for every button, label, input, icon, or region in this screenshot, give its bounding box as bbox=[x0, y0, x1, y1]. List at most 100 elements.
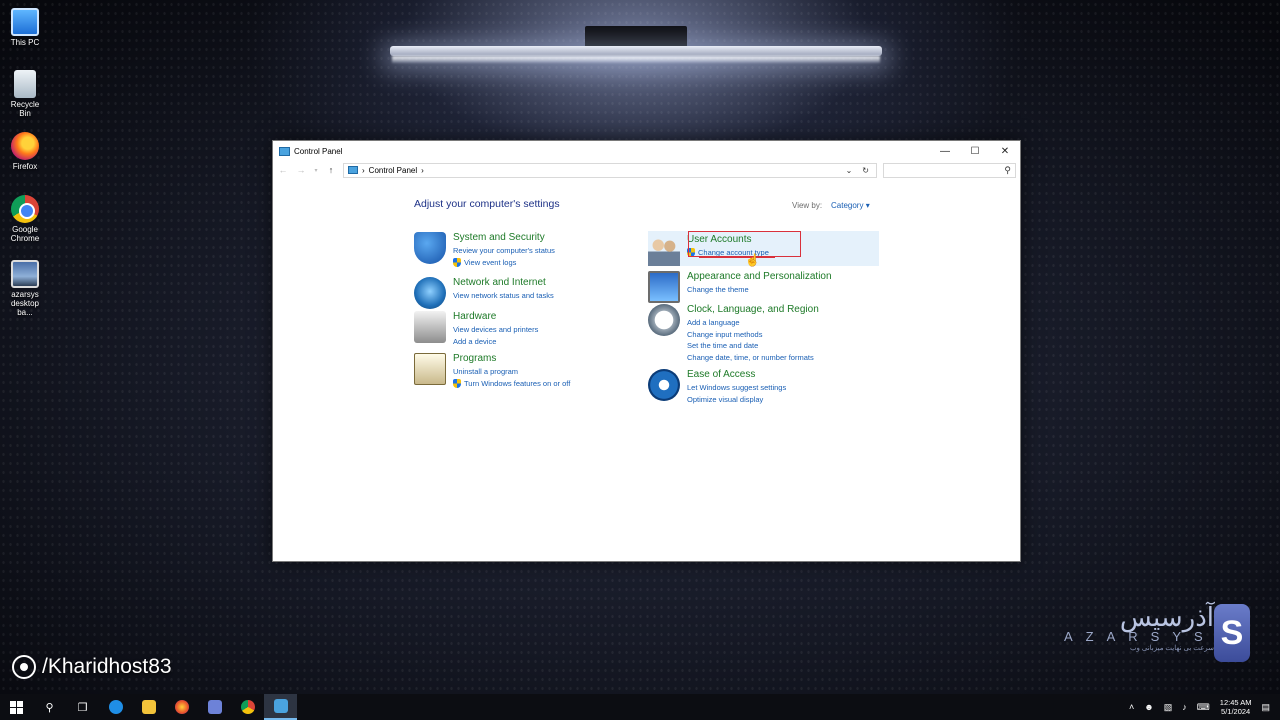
taskbar-clock[interactable]: 12:45 AM 5/1/2024 bbox=[1220, 698, 1252, 716]
tray-overflow-icon[interactable]: ˄ bbox=[1129, 702, 1134, 712]
desktop-icon-recycle-bin[interactable]: Recycle Bin bbox=[4, 70, 46, 118]
category-hardware: Hardware View devices and printers Add a… bbox=[414, 311, 538, 347]
link-add-language[interactable]: Add a language bbox=[687, 317, 819, 329]
network-icon[interactable]: ▧ bbox=[1164, 702, 1173, 713]
search-icon: ⚲ bbox=[1004, 164, 1011, 175]
refresh-icon[interactable]: ↻ bbox=[859, 166, 872, 175]
link-suggest-settings[interactable]: Let Windows suggest settings bbox=[687, 382, 786, 394]
title-bar[interactable]: Control Panel — ☐ ✕ bbox=[273, 141, 1020, 161]
category-programs: Programs Uninstall a program Turn Window… bbox=[414, 353, 570, 389]
clock-time: 12:45 AM bbox=[1219, 698, 1252, 707]
link-windows-features[interactable]: Turn Windows features on or off bbox=[453, 378, 570, 390]
control-panel-icon bbox=[348, 166, 358, 174]
category-title[interactable]: Programs bbox=[453, 353, 570, 365]
start-button[interactable] bbox=[0, 694, 33, 720]
desktop-icon-label: This PC bbox=[10, 38, 40, 47]
firefox-icon bbox=[11, 132, 39, 160]
task-view-button[interactable]: ❐ bbox=[66, 694, 99, 720]
address-dropdown-icon[interactable]: ⌄ bbox=[843, 166, 856, 175]
system-tray: ˄ ☻ ▧ ♪ ⌨ 12:45 AM 5/1/2024 ▤ bbox=[1129, 694, 1280, 720]
logo-tagline: سرعت بی نهایت میزبانی وب bbox=[1129, 645, 1214, 652]
logo-english: AZARSYS bbox=[1064, 629, 1216, 644]
printer-icon bbox=[414, 311, 446, 343]
taskbar-firefox[interactable] bbox=[165, 694, 198, 720]
lamp-mount bbox=[585, 26, 687, 48]
forward-arrow-icon[interactable]: → bbox=[295, 165, 307, 175]
taskbar-edge[interactable] bbox=[99, 694, 132, 720]
chevron-down-icon: ▾ bbox=[865, 201, 870, 210]
link-change-theme[interactable]: Change the theme bbox=[687, 284, 832, 296]
hand-cursor-icon: ☝ bbox=[745, 253, 760, 267]
link-label: Turn Windows features on or off bbox=[464, 378, 571, 388]
link-optimize-display[interactable]: Optimize visual display bbox=[687, 394, 786, 406]
ease-of-access-icon bbox=[648, 369, 680, 401]
maximize-button[interactable]: ☐ bbox=[960, 141, 990, 161]
link-uninstall[interactable]: Uninstall a program bbox=[453, 366, 570, 378]
chrome-icon bbox=[240, 700, 255, 714]
category-title[interactable]: Appearance and Personalization bbox=[687, 271, 832, 283]
link-review-status[interactable]: Review your computer's status bbox=[453, 245, 555, 257]
taskbar-chrome[interactable] bbox=[231, 694, 264, 720]
search-button[interactable]: ⚲ bbox=[33, 694, 66, 720]
social-handle: /Kharidhost83 bbox=[42, 655, 172, 678]
link-network-status[interactable]: View network status and tasks bbox=[453, 290, 554, 302]
recent-dropdown-icon[interactable]: ▾ bbox=[313, 167, 319, 174]
annotation-strike bbox=[699, 256, 775, 258]
desktop-icon-azarsys-backup[interactable]: azarsys desktop ba... bbox=[4, 260, 46, 317]
taskbar-control-panel[interactable] bbox=[264, 694, 297, 720]
view-by-value: Category bbox=[831, 201, 864, 210]
people-icon[interactable]: ☻ bbox=[1144, 702, 1153, 712]
uac-shield-icon bbox=[453, 257, 461, 267]
address-bar[interactable]: › Control Panel › ⌄ ↻ bbox=[343, 162, 877, 178]
keyboard-icon[interactable]: ⌨ bbox=[1197, 702, 1210, 713]
breadcrumb-control-panel[interactable]: Control Panel bbox=[369, 166, 417, 175]
users-icon bbox=[648, 234, 680, 266]
uac-shield-icon bbox=[453, 378, 461, 388]
search-icon: ⚲ bbox=[45, 701, 54, 714]
desktop-icon-firefox[interactable]: Firefox bbox=[4, 132, 46, 171]
film-reel-icon bbox=[12, 655, 36, 679]
desktop-icon-chrome[interactable]: Google Chrome bbox=[4, 195, 46, 243]
monitor-palette-icon bbox=[648, 271, 680, 303]
taskbar-file-explorer[interactable] bbox=[132, 694, 165, 720]
category-title[interactable]: Hardware bbox=[453, 311, 538, 323]
close-button[interactable]: ✕ bbox=[990, 141, 1020, 161]
chrome-icon bbox=[11, 195, 39, 223]
back-arrow-icon[interactable]: ← bbox=[277, 165, 289, 175]
task-view-icon: ❐ bbox=[77, 701, 88, 714]
link-devices-printers[interactable]: View devices and printers bbox=[453, 324, 538, 336]
recycle-bin-icon bbox=[14, 70, 36, 98]
category-appearance: Appearance and Personalization Change th… bbox=[648, 271, 832, 303]
minimize-button[interactable]: — bbox=[930, 141, 960, 161]
breadcrumb-separator: › bbox=[362, 165, 365, 175]
network-app-icon bbox=[207, 700, 222, 714]
link-set-time-date[interactable]: Set the time and date bbox=[687, 340, 819, 352]
up-arrow-icon[interactable]: ↑ bbox=[325, 165, 337, 175]
category-title[interactable]: Network and Internet bbox=[453, 277, 554, 289]
notifications-icon[interactable]: ▤ bbox=[1261, 702, 1270, 713]
link-add-device[interactable]: Add a device bbox=[453, 336, 538, 348]
category-clock-language-region: Clock, Language, and Region Add a langua… bbox=[648, 304, 819, 363]
desktop-icon-label: azarsys desktop ba... bbox=[10, 290, 40, 317]
view-by-dropdown[interactable]: Category ▾ bbox=[831, 201, 870, 210]
social-handle-watermark: /Kharidhost83 bbox=[12, 655, 172, 679]
taskbar-network-app[interactable] bbox=[198, 694, 231, 720]
link-date-formats[interactable]: Change date, time, or number formats bbox=[687, 352, 819, 364]
desktop-icon-label: Google Chrome bbox=[10, 225, 40, 243]
windows-logo-icon bbox=[10, 700, 23, 714]
page-title: Adjust your computer's settings bbox=[414, 198, 560, 210]
computer-icon bbox=[11, 8, 39, 36]
desktop-icon-this-pc[interactable]: This PC bbox=[4, 8, 46, 47]
desktop-icon-label: Recycle Bin bbox=[10, 100, 40, 118]
category-title[interactable]: Ease of Access bbox=[687, 369, 786, 381]
search-input[interactable]: ⚲ bbox=[883, 162, 1016, 178]
link-input-methods[interactable]: Change input methods bbox=[687, 329, 819, 341]
image-file-icon bbox=[11, 260, 39, 288]
volume-icon[interactable]: ♪ bbox=[1182, 702, 1187, 712]
category-title[interactable]: Clock, Language, and Region bbox=[687, 304, 819, 316]
category-network-internet: Network and Internet View network status… bbox=[414, 277, 554, 309]
view-by-label: View by: bbox=[792, 201, 823, 210]
link-view-event-logs[interactable]: View event logs bbox=[453, 257, 555, 269]
category-title[interactable]: System and Security bbox=[453, 232, 555, 244]
control-panel-icon bbox=[273, 699, 288, 713]
